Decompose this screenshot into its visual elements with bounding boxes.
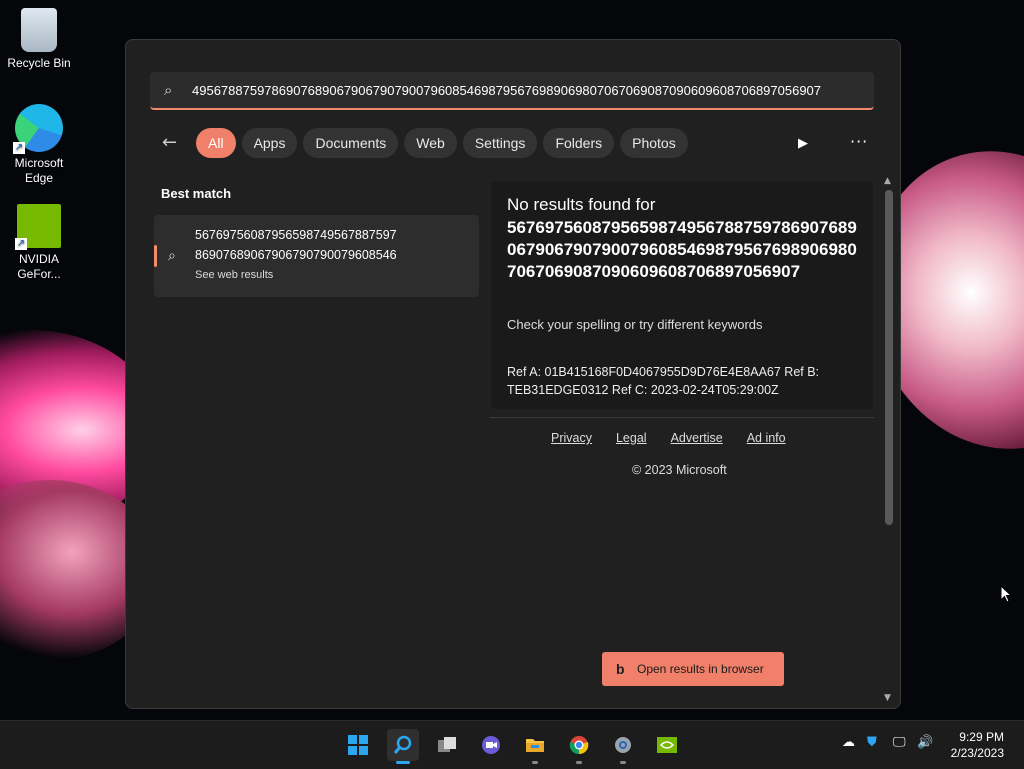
filter-bar: ← All Apps Documents Web Settings Folder… — [162, 128, 688, 158]
gear-icon — [615, 737, 631, 753]
no-results-card: No results found for 5676975608795659874… — [491, 181, 873, 409]
network-icon[interactable]: 🖵 — [893, 735, 906, 750]
task-view-button[interactable] — [431, 729, 463, 761]
nvidia-button[interactable] — [651, 729, 683, 761]
best-match-text-line2: 86907689067906790790079608546 — [195, 248, 397, 262]
search-icon: ⌕ — [168, 248, 176, 264]
search-icon — [393, 735, 412, 754]
running-indicator — [576, 761, 582, 764]
tab-documents[interactable]: Documents — [303, 128, 399, 158]
desktop-icon-microsoft-edge[interactable]: ↗ Microsoft Edge — [3, 104, 75, 186]
desktop-icon-label: Recycle Bin — [7, 56, 71, 70]
tab-folders[interactable]: Folders — [543, 128, 615, 158]
windows-logo-icon — [348, 735, 368, 755]
scroll-thumb[interactable] — [885, 190, 893, 525]
legal-link[interactable]: Legal — [616, 431, 647, 445]
scrollbar[interactable]: ▲ ▼ — [883, 176, 893, 705]
desktop-icon-recycle-bin[interactable]: Recycle Bin — [3, 8, 75, 71]
tab-apps[interactable]: Apps — [241, 128, 298, 158]
open-results-in-browser-button[interactable]: b Open results in browser — [602, 652, 784, 686]
desktop-icon-label: NVIDIA GeFor... — [17, 252, 61, 281]
search-panel: ⌕ ← All Apps Documents Web Settings Fold… — [125, 39, 901, 709]
running-indicator — [620, 761, 626, 764]
tab-all[interactable]: All — [196, 128, 236, 158]
reference-info: Ref A: 01B415168F0D4067955D9D76E4E8AA67 … — [507, 365, 820, 397]
active-indicator — [396, 761, 410, 764]
shortcut-arrow-icon: ↗ — [15, 238, 27, 250]
best-match-heading: Best match — [161, 186, 232, 201]
best-match-subtitle: See web results — [195, 269, 274, 281]
scroll-down-icon[interactable]: ▼ — [884, 693, 891, 703]
tab-photos[interactable]: Photos — [620, 128, 688, 158]
best-match-text-line1: 56769756087956598749567887597 — [195, 228, 397, 242]
footer-links: Privacy Legal Advertise Ad info — [551, 431, 786, 445]
advertise-link[interactable]: Advertise — [671, 431, 723, 445]
chat-button[interactable] — [475, 729, 507, 761]
more-options-icon[interactable]: ··· — [850, 132, 868, 151]
tab-web[interactable]: Web — [404, 128, 457, 158]
folder-icon — [526, 739, 544, 752]
spelling-hint: Check your spelling or try different key… — [507, 317, 763, 332]
onedrive-icon[interactable]: ☁ — [842, 735, 855, 750]
scroll-up-icon[interactable]: ▲ — [884, 176, 891, 186]
system-clock[interactable]: 9:29 PM 2/23/2023 — [944, 729, 1004, 761]
task-view-icon — [438, 737, 456, 752]
no-results-title: No results found for — [507, 195, 656, 214]
best-match-item[interactable]: ⌕ 56769756087956598749567887597 86907689… — [154, 215, 479, 297]
mouse-cursor-icon — [1000, 585, 1013, 603]
no-results-query: 5676975608795659874956788759786907689067… — [507, 218, 857, 281]
chrome-icon — [569, 736, 589, 755]
selection-accent — [154, 245, 157, 267]
start-button[interactable] — [342, 729, 374, 761]
privacy-link[interactable]: Privacy — [551, 431, 592, 445]
clock-date: 2/23/2023 — [950, 746, 1004, 760]
back-arrow-icon[interactable]: ← — [162, 131, 186, 155]
bing-icon: b — [616, 661, 625, 677]
file-explorer-button[interactable] — [519, 729, 551, 764]
recycle-bin-icon — [21, 8, 57, 52]
search-box[interactable]: ⌕ — [150, 72, 874, 110]
chrome-button[interactable] — [563, 729, 595, 764]
security-shield-icon[interactable]: ⛊ — [867, 735, 877, 750]
chat-icon — [482, 736, 500, 754]
open-results-label: Open results in browser — [637, 662, 764, 676]
ad-info-link[interactable]: Ad info — [747, 431, 786, 445]
edge-icon: ↗ — [13, 104, 63, 154]
divider — [490, 417, 874, 418]
shortcut-arrow-icon: ↗ — [13, 142, 25, 154]
nvidia-icon: ↗ — [15, 204, 61, 250]
taskbar-search-button[interactable] — [387, 729, 419, 764]
copyright: © 2023 Microsoft — [632, 463, 727, 477]
nvidia-icon — [657, 737, 677, 753]
play-icon[interactable]: ▶ — [798, 136, 808, 151]
tab-settings[interactable]: Settings — [462, 128, 538, 158]
desktop-icon-label: Microsoft Edge — [14, 156, 64, 185]
search-icon: ⌕ — [164, 81, 173, 99]
desktop-icon-nvidia-geforce[interactable]: ↗ NVIDIA GeFor... — [3, 204, 75, 282]
clock-time: 9:29 PM — [959, 730, 1004, 744]
search-input[interactable] — [190, 81, 874, 99]
taskbar: ☁ ⛊ 🖵 🔊 9:29 PM 2/23/2023 — [0, 720, 1024, 769]
running-indicator — [532, 761, 538, 764]
volume-icon[interactable]: 🔊 — [917, 735, 933, 750]
settings-button[interactable] — [607, 729, 639, 764]
